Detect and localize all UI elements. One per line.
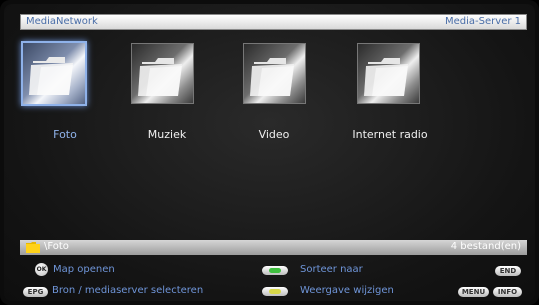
epg-key-icon[interactable]: EPG [23, 287, 48, 297]
status-bar: \Foto 4 bestand(en) [20, 240, 527, 255]
folder-label: Video [258, 128, 290, 141]
menu-key-icon[interactable]: MENU [458, 287, 489, 297]
folder-label: Muziek [147, 128, 187, 141]
app-title: MediaNetwork [26, 16, 98, 27]
folder-icon [250, 58, 294, 96]
yellow-button-icon [269, 289, 281, 294]
folder-thumbnail[interactable] [21, 41, 87, 106]
end-key-icon[interactable]: END [495, 266, 521, 276]
folder-thumbnail[interactable] [131, 43, 194, 104]
folder-label: Internet radio [352, 128, 428, 141]
server-name: Media-Server 1 [445, 16, 521, 27]
folder-icon [138, 58, 182, 96]
folder-small-icon [26, 242, 40, 253]
info-key-icon[interactable]: INFO [493, 287, 522, 297]
folder-thumbnail[interactable] [243, 43, 306, 104]
ok-key-icon[interactable]: OK [35, 263, 48, 276]
yellow-button-frame[interactable] [262, 287, 288, 296]
hint-open-folder: Map openen [53, 264, 115, 275]
folder-icon [29, 57, 73, 95]
folder-thumbnail[interactable] [357, 43, 420, 104]
title-bar: MediaNetwork Media-Server 1 [20, 14, 527, 30]
hint-sort-by: Sorteer naar [300, 264, 363, 275]
green-button-frame[interactable] [262, 266, 288, 275]
hint-select-source: Bron / mediaserver selecteren [52, 285, 204, 296]
folder-icon [364, 58, 408, 96]
tv-screen: MediaNetwork Media-Server 1 Foto Muziek [0, 0, 539, 305]
green-button-icon [269, 268, 281, 273]
current-path: \Foto [44, 241, 69, 252]
file-count: 4 bestand(en) [450, 241, 521, 252]
hint-change-view: Weergave wijzigen [300, 285, 394, 296]
